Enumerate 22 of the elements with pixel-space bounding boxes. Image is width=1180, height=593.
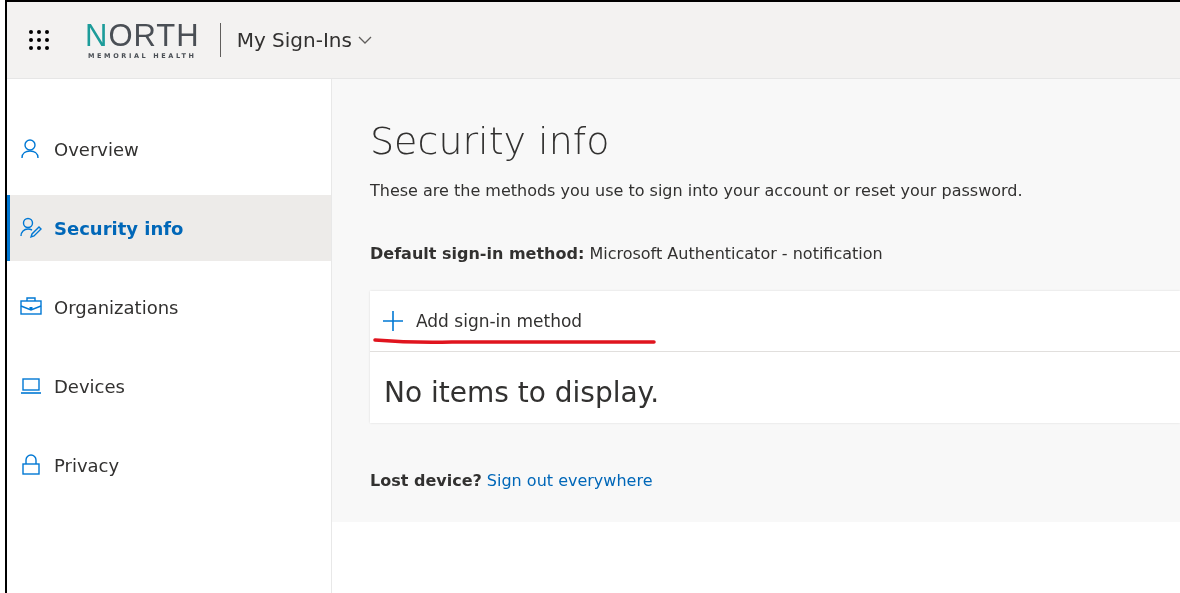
lock-icon [20,454,42,476]
sidebar-item[interactable]: Organizations [7,274,331,340]
plus-icon [382,310,404,332]
person-pen-icon [20,217,42,239]
page-description: These are the methods you use to sign into your account or reset your password. [370,181,1024,200]
sidebar-item[interactable]: Overview [7,116,331,182]
app-title-menu[interactable]: My Sign-Ins [236,28,372,52]
logo-name: NORTH [85,20,200,52]
add-method-button[interactable]: Add sign-in method [382,310,583,332]
app-launcher-icon[interactable] [27,28,51,52]
default-method-text: Default sign-in method: Microsoft Authenticator - notification [370,244,884,263]
laptop-icon [20,375,42,397]
lost-device-text: Lost device? Sign out everywhere [370,471,654,490]
empty-message: No items to display. [383,375,661,411]
sidebar-item[interactable]: Devices [7,353,331,419]
sidebar-item[interactable]: Privacy [7,432,331,498]
chevron-down-icon [357,35,372,45]
briefcase-icon [20,296,42,318]
sidebar-item[interactable]: Security info [7,195,331,261]
sign-out-link[interactable]: Sign out everywhere [486,471,653,490]
person-icon [20,138,42,160]
page-title: Security info [370,119,611,163]
